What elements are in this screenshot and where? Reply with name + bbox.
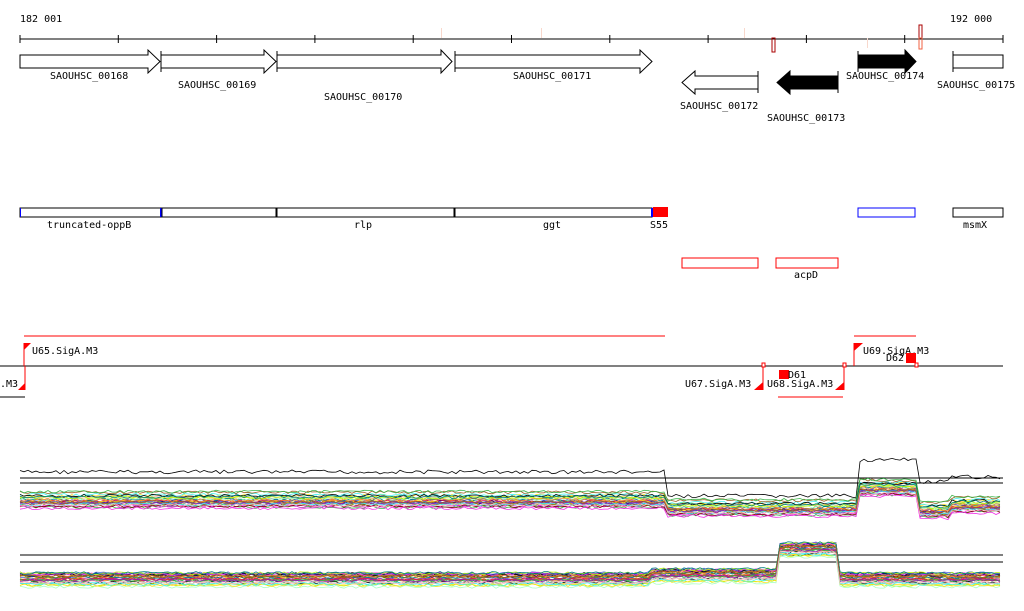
- gene-00175[interactable]: SAOUHSC_00175: [937, 51, 1015, 91]
- promoter-u65[interactable]: U65.SigA.M3: [23, 343, 98, 366]
- expression-series-line: [19, 542, 1001, 577]
- operon-box[interactable]: [161, 207, 277, 218]
- marker[interactable]: [918, 24, 923, 39]
- operon-label: msmX: [963, 220, 987, 231]
- svg-text:SAOUHSC_00169: SAOUHSC_00169: [178, 80, 256, 91]
- svg-text:SAOUHSC_00170: SAOUHSC_00170: [324, 92, 402, 103]
- gene-track: SAOUHSC_00168 SAOUHSC_00169 SAOUHSC_0017…: [19, 48, 1015, 124]
- operon-label: truncated-oppB: [47, 220, 131, 231]
- operon-track: truncated-oppB rlp ggt S55 msmX acpD: [19, 207, 1004, 281]
- operon-label: acpD: [794, 270, 818, 281]
- ruler-start: 182 001: [20, 14, 62, 25]
- operon-red-box[interactable]: [681, 257, 759, 269]
- gene-00171[interactable]: SAOUHSC_00171: [454, 48, 653, 82]
- ruler-end: 192 000: [950, 14, 992, 25]
- svg-text:SAOUHSC_00175: SAOUHSC_00175: [937, 80, 1015, 91]
- svg-text:U67.SigA.M3: U67.SigA.M3: [685, 379, 751, 390]
- svg-text:SAOUHSC_00168: SAOUHSC_00168: [50, 71, 128, 82]
- svg-text:SAOUHSC_00171: SAOUHSC_00171: [513, 71, 591, 82]
- operon-box[interactable]: [857, 207, 916, 218]
- operon-label: S55: [650, 220, 668, 231]
- operon-s55[interactable]: [653, 207, 668, 217]
- expression-track-1: [19, 457, 1003, 521]
- gene-00172[interactable]: SAOUHSC_00172: [680, 69, 759, 112]
- svg-text:SAOUHSC_00174: SAOUHSC_00174: [846, 71, 924, 82]
- expression-series-line: [19, 542, 1001, 577]
- terminator-d62[interactable]: D62: [886, 353, 916, 364]
- operon-acpD[interactable]: [775, 257, 839, 269]
- expression-series-line: [19, 543, 1001, 577]
- marker[interactable]: [918, 37, 923, 50]
- svg-text:U65.SigA.M3: U65.SigA.M3: [32, 346, 98, 357]
- expression-series-line: [19, 542, 1001, 576]
- marker[interactable]: [771, 37, 776, 53]
- svg-text:D61: D61: [788, 370, 806, 381]
- operon-ggt[interactable]: [454, 207, 653, 218]
- gene-00174[interactable]: SAOUHSC_00174: [846, 48, 924, 82]
- gene-00173[interactable]: SAOUHSC_00173: [767, 69, 845, 124]
- promoter-track: U65.SigA.M3 .M3 U67.SigA.M3 U68.SigA.M3 …: [0, 335, 1003, 398]
- operon-msmX[interactable]: [952, 207, 1004, 218]
- gene-00169[interactable]: SAOUHSC_00169: [160, 48, 277, 91]
- operon-rlp[interactable]: [276, 207, 455, 218]
- promoter-u66[interactable]: .M3: [0, 366, 26, 390]
- expression-track-2: [19, 541, 1003, 589]
- expression-series-line: [19, 541, 1001, 576]
- svg-text:SAOUHSC_00173: SAOUHSC_00173: [767, 113, 845, 124]
- expression-series-line: [19, 541, 1001, 575]
- svg-text:.M3: .M3: [0, 379, 18, 390]
- expression-series-line: [19, 542, 1001, 576]
- operon-label: rlp: [354, 220, 372, 231]
- gene-00168[interactable]: SAOUHSC_00168: [19, 48, 161, 82]
- svg-text:SAOUHSC_00172: SAOUHSC_00172: [680, 101, 758, 112]
- genome-browser: 182 001 192 000 SAOUHSC_00168 SAOUHSC_00…: [0, 14, 1015, 589]
- gene-00170[interactable]: SAOUHSC_00170: [276, 48, 453, 103]
- operon-truncated-oppB[interactable]: [19, 207, 162, 218]
- ruler: 182 001 192 000: [19, 14, 1004, 53]
- promoter-u67[interactable]: U67.SigA.M3: [685, 366, 764, 390]
- svg-text:D62: D62: [886, 353, 904, 364]
- operon-label: ggt: [543, 220, 561, 231]
- expression-series-line: [19, 541, 1000, 576]
